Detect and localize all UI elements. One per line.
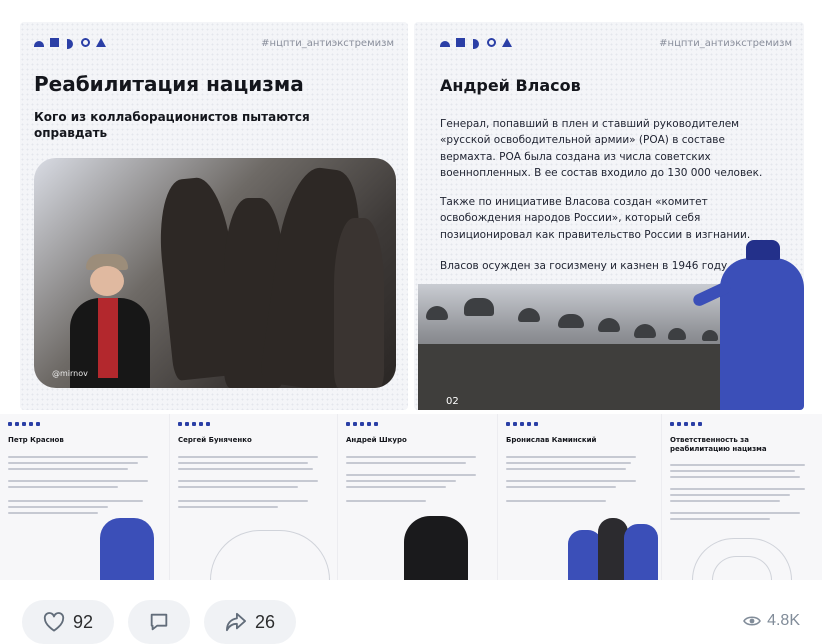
thumbnail-responsibility[interactable]: Ответственность за реабилитацию нацизма [662,414,822,580]
action-bar: 92 26 [22,600,296,644]
thumbnail-bunyachenko[interactable]: Сергей Буняченко [170,414,338,580]
hashtag: #нцпти_антиэкстремизм [659,38,792,49]
slide-vlasov[interactable]: #нцпти_антиэкстремизм Андрей Власов Гене… [414,22,804,410]
slide-rehabilitation[interactable]: #нцпти_антиэкстремизм Реабилитация нациз… [20,22,408,410]
statue-photo: @mirnov [34,158,396,388]
page-number: 02 [446,396,459,407]
thumbnail-title: Ответственность за реабилитацию нацизма [670,436,767,453]
thumbnail-title: Андрей Шкуро [346,436,407,444]
thumbnail-krasnov[interactable]: Петр Краснов [0,414,170,580]
thumbnail-title: Сергей Буняченко [178,436,252,444]
brand-logo [34,38,106,49]
heart-icon [43,612,65,632]
eye-icon [743,616,762,626]
officer-figure [691,240,804,410]
man-figure [64,248,154,388]
views-counter: 4.8K [743,612,800,630]
views-count: 4.8K [767,612,800,629]
comment-button[interactable] [128,600,190,644]
thumbnail-title: Бронислав Каминский [506,436,597,444]
share-button[interactable]: 26 [204,600,296,644]
like-count: 92 [72,611,94,632]
brand-logo [440,38,512,49]
comment-icon [150,613,168,631]
paragraph-2: Также по инициативе Власова создан «коми… [440,196,751,241]
thumbnail-kaminsky[interactable]: Бронислав Каминский [498,414,662,580]
share-count: 26 [254,611,276,632]
post-attachment: #нцпти_антиэкстремизм Реабилитация нациз… [0,0,822,644]
photo-credit: @mirnov [52,369,88,378]
soldiers-photo: 02 [418,284,738,410]
slide-title: Реабилитация нацизма [34,72,304,96]
thumbnail-shkuro[interactable]: Андрей Шкуро [338,414,498,580]
slide-subtitle: Кого из коллаборационистов пытаются опра… [34,110,310,140]
hashtag: #нцпти_антиэкстремизм [261,38,394,49]
paragraph-1: Генерал, попавший в плен и ставший руков… [440,118,763,179]
share-icon [225,612,246,632]
slide-title: Андрей Власов [440,76,581,95]
like-button[interactable]: 92 [22,600,114,644]
thumbnail-title: Петр Краснов [8,436,64,444]
